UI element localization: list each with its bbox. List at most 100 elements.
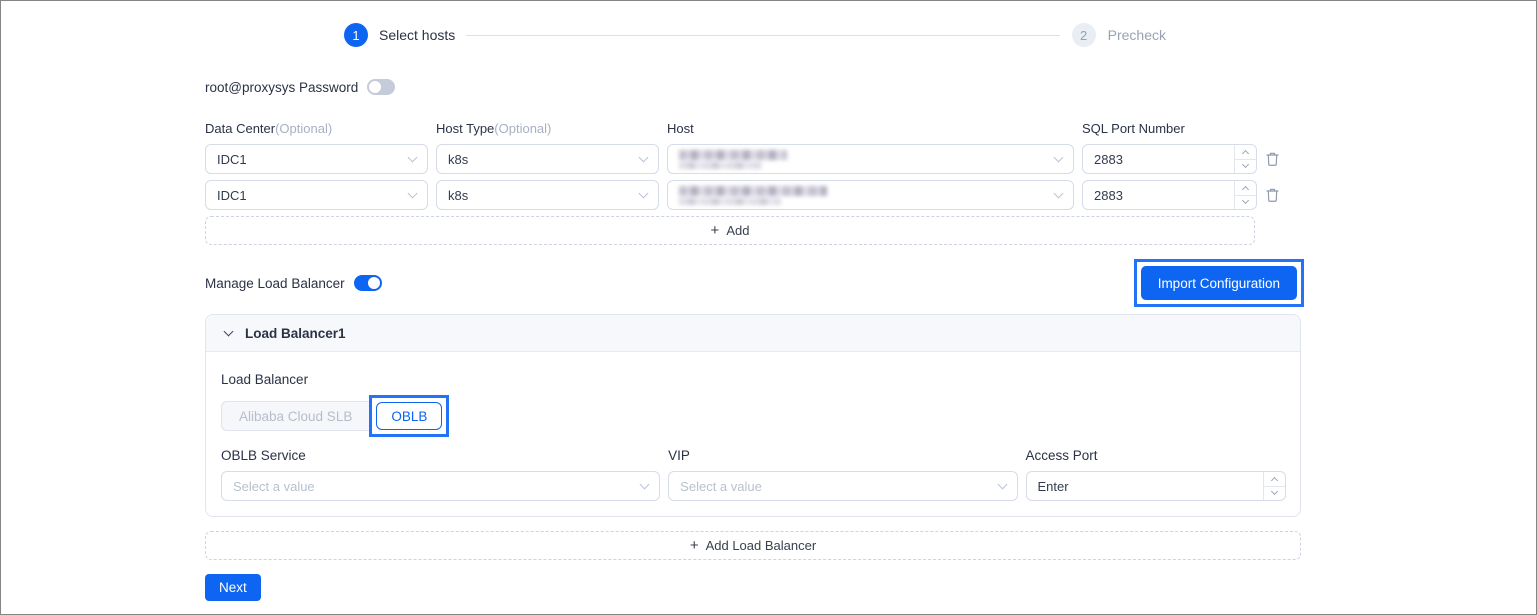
alibaba-cloud-slb-option[interactable]: Alibaba Cloud SLB — [221, 401, 370, 431]
redacted-host-value-1 — [679, 149, 787, 169]
add-load-balancer-label: Add Load Balancer — [705, 538, 817, 553]
plus-icon: + — [689, 537, 699, 554]
access-port-spinner — [1263, 472, 1285, 500]
step-1-number: 1 — [352, 27, 360, 43]
sql-port-input-1[interactable]: 2883 — [1082, 144, 1257, 174]
step-2-circle: 2 — [1071, 23, 1096, 47]
toggle-knob — [367, 277, 380, 289]
proxysys-password-row: root@proxysys Password — [205, 79, 1536, 95]
access-port-label: Access Port — [1025, 448, 1098, 463]
manage-load-balancer-row: Manage Load Balancer Import Configuratio… — [205, 259, 1304, 307]
manage-load-balancer-toggle[interactable] — [353, 275, 382, 291]
add-load-balancer-button[interactable]: + Add Load Balancer — [205, 531, 1301, 560]
vip-select[interactable]: Select a value — [668, 471, 1018, 501]
chevron-down-icon — [638, 152, 649, 162]
manage-load-balancer-label: Manage Load Balancer — [205, 275, 345, 291]
load-balancer-panel-body: Load Balancer Alibaba Cloud SLB OBLB OBL… — [206, 352, 1300, 516]
data-center-value-1: IDC1 — [217, 151, 247, 167]
chevron-down-icon — [997, 479, 1007, 489]
load-balancer-type-label: Load Balancer — [221, 372, 309, 387]
vip-placeholder: Select a value — [680, 478, 762, 494]
spinner-down-button[interactable] — [1264, 487, 1285, 501]
host-row-2: IDC1 k8s 2883 — [205, 180, 1301, 210]
oblb-option[interactable]: OBLB — [376, 402, 443, 430]
trash-icon — [1266, 152, 1279, 166]
oblb-service-placeholder: Select a value — [233, 478, 315, 494]
chevron-down-icon — [1270, 488, 1279, 496]
trash-icon — [1266, 188, 1279, 202]
host-row-1: IDC1 k8s 2883 — [205, 144, 1301, 174]
access-port-placeholder: Enter — [1037, 478, 1069, 494]
data-center-select-1[interactable]: IDC1 — [205, 144, 428, 174]
chevron-down-icon — [407, 152, 418, 162]
host-select-1[interactable] — [667, 144, 1074, 174]
step-2-number: 2 — [1080, 27, 1088, 43]
add-host-button[interactable]: + Add — [205, 216, 1255, 245]
collapse-chevron-icon — [223, 326, 234, 336]
oblb-service-select[interactable]: Select a value — [221, 471, 661, 501]
host-select-2[interactable] — [667, 180, 1074, 210]
spinner-up-button[interactable] — [1264, 472, 1285, 487]
host-type-select-2[interactable]: k8s — [436, 180, 659, 210]
load-balancer-panel-title: Load Balancer1 — [245, 325, 346, 341]
spinner-down-button[interactable] — [1235, 196, 1256, 210]
load-balancer-panel-header[interactable]: Load Balancer1 — [206, 315, 1300, 352]
chevron-up-icon — [1241, 149, 1250, 157]
load-balancer-panel: Load Balancer1 Load Balancer Alibaba Clo… — [205, 314, 1301, 517]
host-type-header: Host Type(Optional) — [436, 121, 552, 136]
load-balancer-type-options: Alibaba Cloud SLB OBLB — [221, 395, 1286, 437]
step-1-label: Select hosts — [379, 27, 456, 43]
host-form: Data Center(Optional) Host Type(Optional… — [205, 121, 1301, 210]
host-type-optional: (Optional) — [494, 121, 552, 136]
sql-port-spinner-1 — [1234, 145, 1256, 173]
sql-port-value-2: 2883 — [1094, 187, 1123, 203]
load-balancer-field-labels: OBLB Service VIP Access Port — [221, 448, 1286, 463]
chevron-down-icon — [407, 188, 418, 198]
chevron-down-icon — [1241, 161, 1250, 169]
delete-host-row-button-1[interactable] — [1265, 144, 1280, 174]
spinner-down-button[interactable] — [1235, 160, 1256, 174]
chevron-down-icon — [1053, 152, 1064, 162]
host-type-value-2: k8s — [448, 187, 469, 203]
step-1-circle: 1 — [344, 23, 368, 47]
host-header: Host — [667, 121, 694, 136]
sql-port-header: SQL Port Number — [1082, 121, 1185, 136]
proxysys-password-label: root@proxysys Password — [205, 79, 359, 95]
sql-port-spinner-2 — [1234, 181, 1256, 209]
step-indicator: 1 Select hosts 2 Precheck — [344, 23, 1166, 47]
spinner-up-button[interactable] — [1235, 145, 1256, 160]
next-button[interactable]: Next — [205, 574, 261, 601]
host-type-value-1: k8s — [448, 151, 469, 167]
redacted-host-value-2 — [679, 185, 827, 205]
host-type-select-1[interactable]: k8s — [436, 144, 659, 174]
add-host-label: Add — [726, 223, 750, 238]
oblb-service-label: OBLB Service — [221, 448, 306, 463]
chevron-down-icon — [639, 479, 650, 489]
chevron-down-icon — [1053, 188, 1064, 198]
toggle-knob — [369, 81, 382, 93]
plus-icon: + — [710, 222, 720, 239]
chevron-down-icon — [638, 188, 649, 198]
import-configuration-annotation-box: Import Configuration — [1133, 259, 1304, 307]
data-center-select-2[interactable]: IDC1 — [205, 180, 428, 210]
data-center-value-2: IDC1 — [217, 187, 247, 203]
vip-label: VIP — [668, 448, 690, 463]
chevron-up-icon — [1270, 476, 1279, 484]
sql-port-value-1: 2883 — [1094, 151, 1123, 167]
step-connector-line — [466, 34, 1060, 36]
host-form-headers: Data Center(Optional) Host Type(Optional… — [205, 121, 1301, 136]
access-port-input[interactable]: Enter — [1025, 471, 1286, 501]
manage-load-balancer-toggle-group: Manage Load Balancer — [205, 275, 382, 291]
proxysys-password-toggle[interactable] — [367, 79, 396, 95]
chevron-up-icon — [1241, 185, 1250, 193]
chevron-down-icon — [1241, 197, 1250, 205]
delete-host-row-button-2[interactable] — [1265, 180, 1280, 210]
step-2-label: Precheck — [1107, 27, 1166, 43]
data-center-optional: (Optional) — [275, 121, 333, 136]
import-configuration-button[interactable]: Import Configuration — [1140, 266, 1297, 300]
spinner-up-button[interactable] — [1235, 181, 1256, 196]
sql-port-input-2[interactable]: 2883 — [1082, 180, 1257, 210]
select-hosts-page: 1 Select hosts 2 Precheck root@proxysys … — [0, 0, 1537, 615]
data-center-header: Data Center(Optional) — [205, 121, 333, 136]
oblb-annotation-box: OBLB — [369, 395, 450, 437]
